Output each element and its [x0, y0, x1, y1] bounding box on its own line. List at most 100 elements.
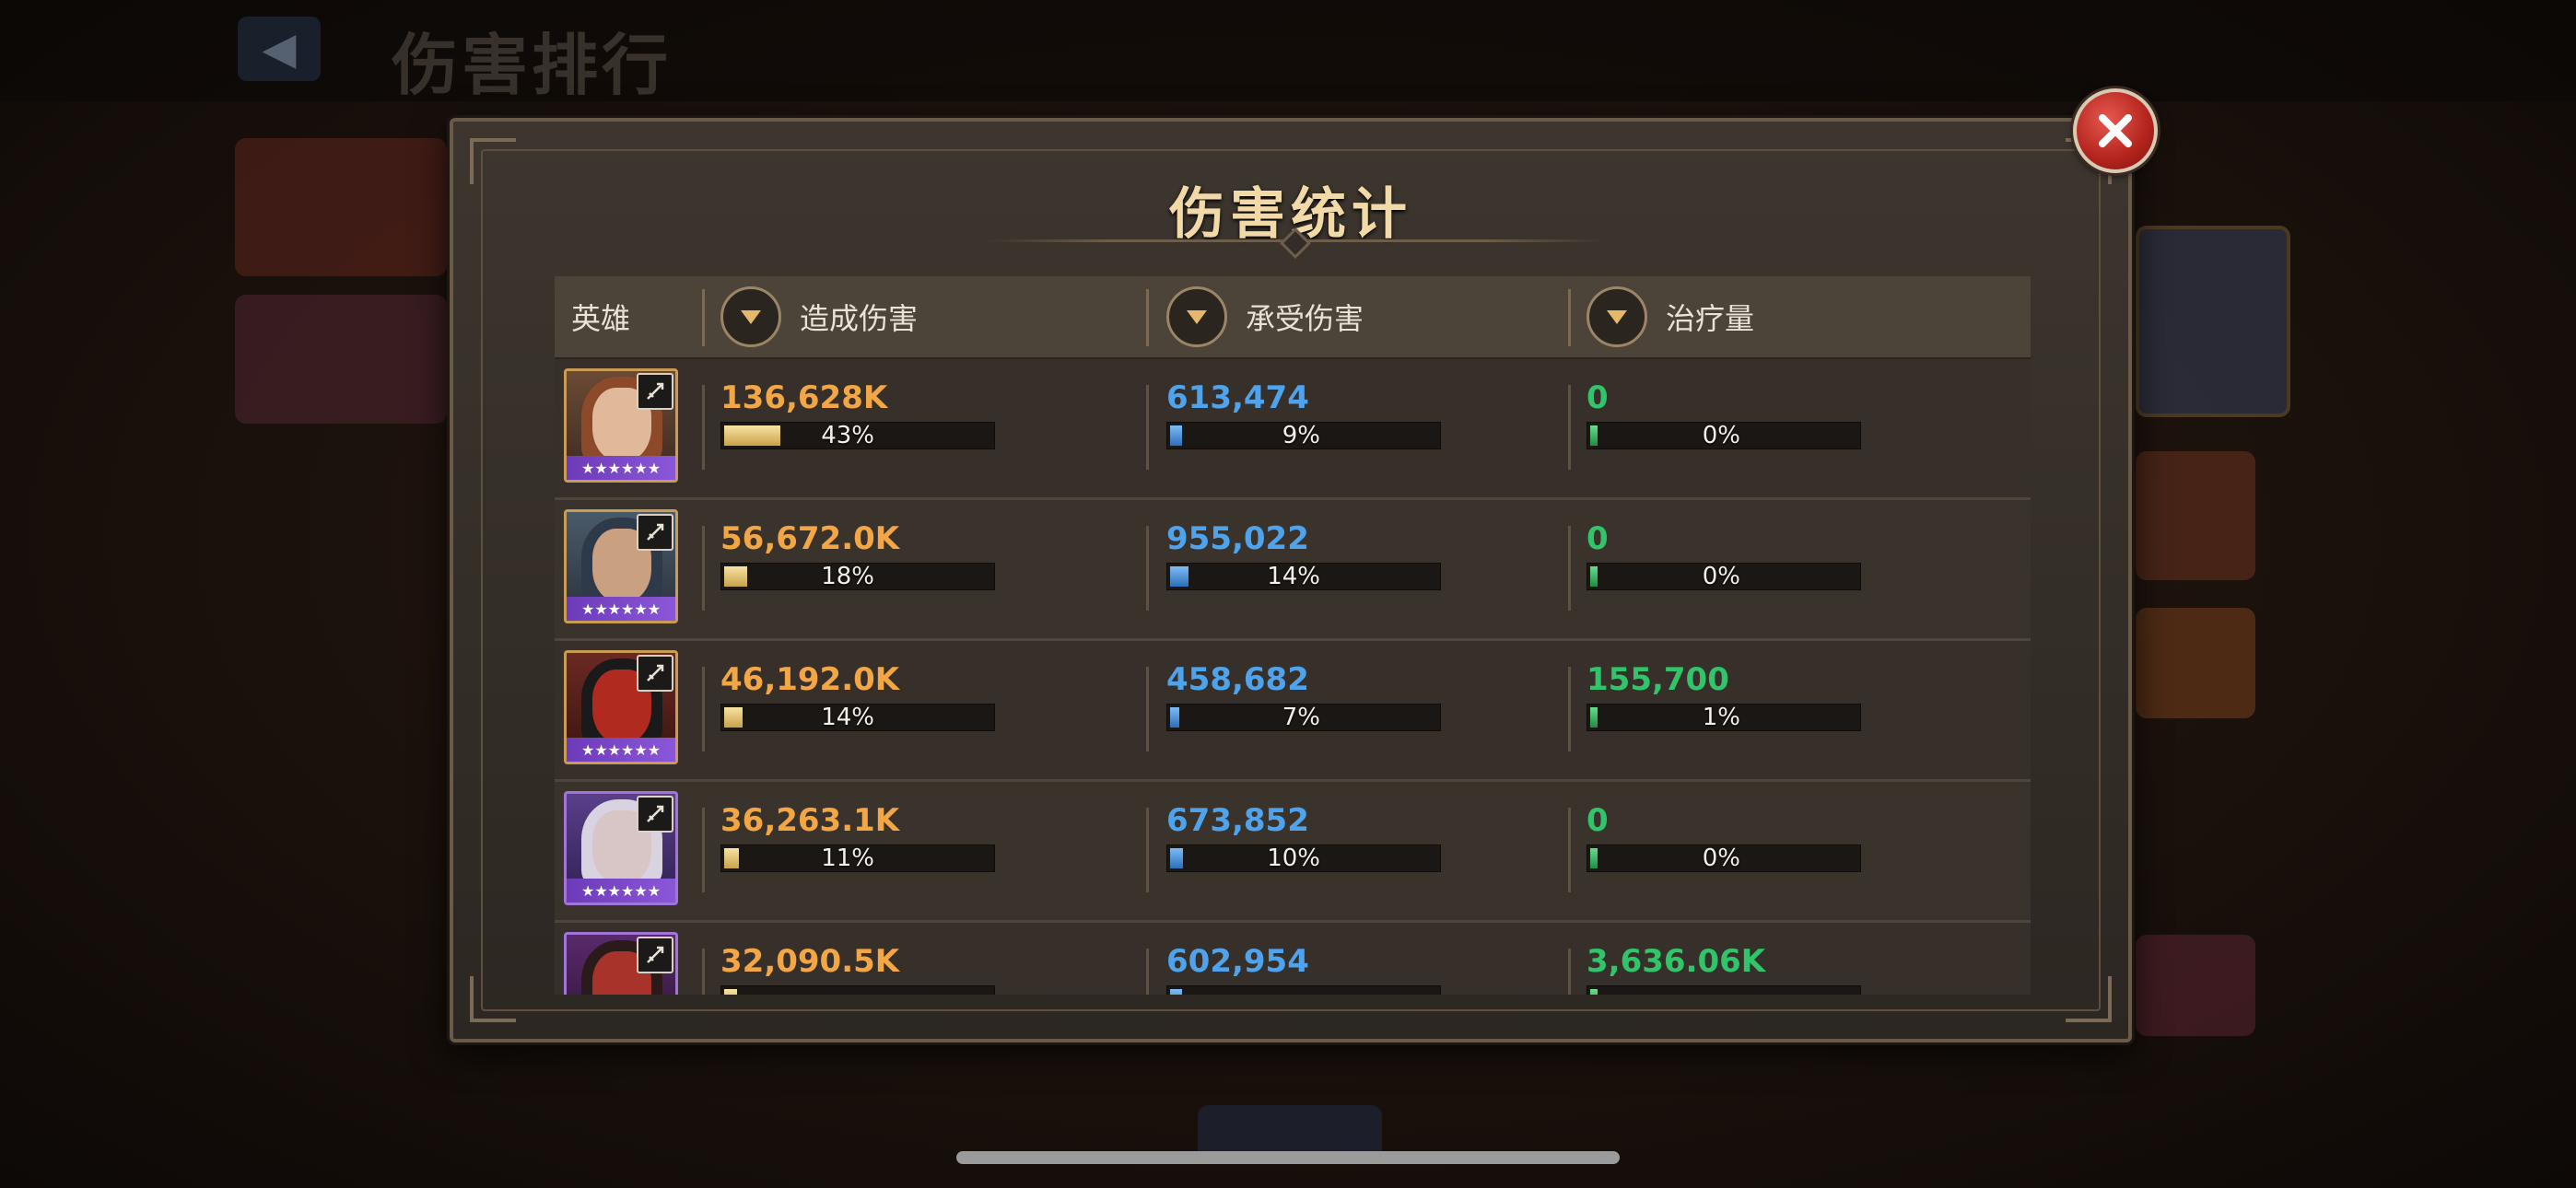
stat-cell-dealt: 36,263.1K 11% — [720, 800, 995, 872]
triangle-down-icon — [741, 310, 761, 324]
stat-progress-fill — [1170, 707, 1179, 728]
column-separator — [702, 385, 705, 470]
stat-cell-dealt: 32,090.5K — [720, 941, 995, 995]
column-header-damage-taken-label: 承受伤害 — [1246, 301, 1364, 336]
column-header-healing[interactable]: 治疗量 — [1587, 276, 1754, 357]
stat-value: 36,263.1K — [720, 802, 900, 839]
stat-progress-bar — [720, 985, 995, 995]
stat-progress-fill — [724, 848, 739, 868]
stat-value: 32,090.5K — [720, 943, 900, 980]
stat-cell-heal: 3,636.06K — [1587, 941, 1861, 995]
stat-progress-bar: 18% — [720, 563, 995, 590]
home-indicator[interactable] — [956, 1151, 1620, 1164]
close-icon — [2099, 114, 2132, 147]
column-separator — [1146, 667, 1149, 751]
back-arrow-icon[interactable]: ◀ — [238, 17, 321, 81]
table-row[interactable]: ★★★★★★ 136,628K 43% 613,474 9% 0 0% — [555, 359, 2031, 500]
column-header-hero-label: 英雄 — [571, 301, 631, 336]
background-hero-card — [235, 295, 447, 424]
stat-value: 602,954 — [1166, 943, 1309, 980]
stat-cell-heal: 0 0% — [1587, 518, 1861, 590]
column-header-healing-label: 治疗量 — [1666, 301, 1755, 336]
hero-portrait[interactable]: ★★★★★★ — [564, 650, 678, 764]
triangle-down-icon — [1187, 310, 1207, 324]
stat-progress-fill — [1590, 566, 1598, 587]
stat-percent: 7% — [1282, 704, 1320, 731]
column-separator — [1146, 385, 1149, 470]
stat-progress-fill — [1590, 707, 1598, 728]
stat-progress-fill — [724, 707, 743, 728]
column-header-damage-taken[interactable]: 承受伤害 — [1166, 276, 1364, 357]
stat-percent: 10% — [1267, 844, 1320, 872]
column-separator — [1146, 949, 1149, 995]
column-separator — [1568, 385, 1571, 470]
stat-value: 3,636.06K — [1587, 943, 1766, 980]
column-separator — [1568, 526, 1571, 611]
column-separator — [1568, 667, 1571, 751]
attack-role-icon — [637, 796, 673, 833]
column-separator — [702, 808, 705, 892]
stat-percent: 11% — [821, 844, 874, 872]
attack-role-icon — [637, 373, 673, 410]
stat-progress-bar: 0% — [1587, 563, 1861, 590]
column-separator — [702, 949, 705, 995]
table-row[interactable]: ★★★★★★ 32,090.5K 602,954 3,636.06K — [555, 923, 2031, 995]
star-rating-icon: ★★★★★★ — [567, 456, 675, 480]
stat-progress-fill — [724, 989, 737, 995]
stat-percent: 43% — [821, 422, 874, 449]
stat-progress-bar: 7% — [1166, 704, 1441, 731]
background-side-card — [2136, 451, 2255, 580]
attack-role-icon — [637, 937, 673, 973]
column-header-damage-dealt[interactable]: 造成伤害 — [720, 276, 918, 357]
stat-progress-bar: 14% — [1166, 563, 1441, 590]
frame-corner-ornament — [470, 976, 516, 1022]
stat-value: 458,682 — [1166, 661, 1309, 698]
stat-progress-fill — [724, 566, 747, 587]
stat-cell-taken: 458,682 7% — [1166, 659, 1441, 731]
column-separator — [1146, 526, 1149, 611]
hero-portrait[interactable]: ★★★★★★ — [564, 509, 678, 623]
stat-progress-bar: 14% — [720, 704, 995, 731]
background-page-title: 伤害排行 — [392, 27, 673, 104]
stat-cell-taken: 613,474 9% — [1166, 378, 1441, 449]
stat-value: 613,474 — [1166, 379, 1309, 416]
stat-progress-bar: 43% — [720, 422, 995, 449]
star-rating-icon: ★★★★★★ — [567, 597, 675, 621]
attack-role-icon — [637, 514, 673, 551]
column-header-hero: 英雄 — [571, 276, 630, 357]
damage-table[interactable]: 英雄 造成伤害 承受伤害 治疗量 ★★★★★★ 136,628K 43% 613… — [555, 276, 2031, 995]
stat-cell-heal: 155,700 1% — [1587, 659, 1861, 731]
stat-percent: 9% — [1282, 422, 1320, 449]
stat-value: 0 — [1587, 520, 1609, 557]
hero-portrait[interactable]: ★★★★★★ — [564, 932, 678, 995]
sort-damage-dealt-button[interactable] — [720, 286, 781, 347]
close-button[interactable] — [2073, 88, 2158, 173]
table-row[interactable]: ★★★★★★ 46,192.0K 14% 458,682 7% 155,700 1% — [555, 641, 2031, 782]
hero-portrait[interactable]: ★★★★★★ — [564, 368, 678, 483]
stat-progress-bar: 0% — [1587, 422, 1861, 449]
column-separator — [1568, 289, 1571, 346]
stat-cell-dealt: 56,672.0K 18% — [720, 518, 995, 590]
stat-value: 46,192.0K — [720, 661, 900, 698]
stat-progress-fill — [1590, 425, 1598, 446]
stat-cell-taken: 673,852 10% — [1166, 800, 1441, 872]
stat-percent: 18% — [821, 563, 874, 590]
background-side-card — [2136, 226, 2290, 417]
sort-damage-taken-button[interactable] — [1166, 286, 1227, 347]
background-side-card — [2136, 935, 2255, 1036]
sort-healing-button[interactable] — [1587, 286, 1647, 347]
column-separator — [1568, 808, 1571, 892]
stat-cell-heal: 0 0% — [1587, 800, 1861, 872]
stat-cell-dealt: 136,628K 43% — [720, 378, 995, 449]
stat-percent: 14% — [1267, 563, 1320, 590]
table-row[interactable]: ★★★★★★ 36,263.1K 11% 673,852 10% 0 0% — [555, 782, 2031, 923]
stat-progress-fill — [724, 425, 780, 446]
stat-progress-fill — [1170, 566, 1188, 587]
table-row[interactable]: ★★★★★★ 56,672.0K 18% 955,022 14% 0 0% — [555, 500, 2031, 641]
hero-portrait[interactable]: ★★★★★★ — [564, 791, 678, 905]
table-header: 英雄 造成伤害 承受伤害 治疗量 — [555, 276, 2031, 359]
stat-progress-bar: 9% — [1166, 422, 1441, 449]
stat-progress-fill — [1170, 425, 1182, 446]
stat-progress-bar: 11% — [720, 844, 995, 872]
stat-progress-fill — [1590, 989, 1598, 995]
